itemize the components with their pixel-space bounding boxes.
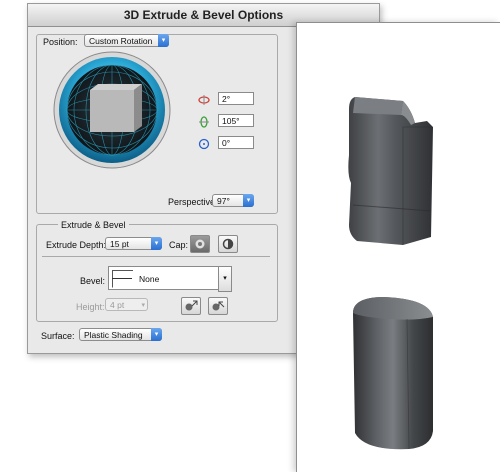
extrude-depth-value: 15 pt bbox=[110, 239, 129, 249]
bevel-preview-icon bbox=[112, 270, 133, 288]
extrude-depth-label: Extrude Depth: bbox=[46, 240, 107, 250]
perspective-select[interactable]: 97° ▾ bbox=[212, 194, 254, 207]
position-value: Custom Rotation bbox=[89, 36, 153, 46]
position-label: Position: bbox=[41, 37, 80, 47]
cap-label: Cap: bbox=[169, 240, 189, 250]
rotate-y-icon bbox=[199, 116, 209, 128]
bracket-3d-shape-icon bbox=[348, 97, 433, 245]
bevel-select[interactable]: None ▾ bbox=[108, 266, 232, 292]
height-label: Height: bbox=[76, 302, 105, 312]
bevel-preview-line bbox=[112, 278, 132, 279]
rotate-z-field[interactable]: 0° bbox=[218, 136, 254, 149]
height-value: 4 pt bbox=[110, 300, 125, 310]
cap-on-icon bbox=[195, 239, 205, 249]
chevron-down-icon: ▾ bbox=[243, 194, 254, 207]
surface-label: Surface: bbox=[41, 331, 75, 341]
cap-off-icon bbox=[222, 238, 234, 250]
rotate-x-icon bbox=[198, 95, 210, 105]
perspective-value: 97° bbox=[217, 196, 230, 206]
bevel-out-icon bbox=[185, 300, 198, 311]
bevel-label: Bevel: bbox=[80, 276, 106, 286]
preview-panel bbox=[296, 22, 500, 472]
bevel-in-button[interactable] bbox=[208, 297, 228, 315]
surface-select[interactable]: Plastic Shading ▾ bbox=[79, 328, 162, 341]
perspective-label: Perspective: bbox=[168, 197, 218, 207]
position-select[interactable]: Custom Rotation ▾ bbox=[84, 34, 169, 47]
chevron-down-icon: ▾ bbox=[158, 34, 169, 47]
cylinder-3d-shape-icon bbox=[353, 297, 433, 450]
bevel-out-button[interactable] bbox=[181, 297, 201, 315]
trackball[interactable] bbox=[52, 50, 172, 170]
cap-on-button[interactable] bbox=[190, 235, 210, 253]
rotate-x-field[interactable]: 2° bbox=[218, 92, 254, 105]
surface-value: Plastic Shading bbox=[84, 330, 143, 340]
rotate-y-field[interactable]: 105° bbox=[218, 114, 254, 127]
separator bbox=[42, 256, 270, 257]
bevel-value: None bbox=[139, 274, 160, 284]
height-select: 4 pt ▾ bbox=[105, 298, 148, 311]
chevron-down-icon: ▾ bbox=[141, 302, 145, 309]
cap-off-button[interactable] bbox=[218, 235, 238, 253]
bevel-in-icon bbox=[212, 301, 225, 311]
extrude-bevel-heading: Extrude & Bevel bbox=[58, 220, 129, 230]
chevron-down-icon: ▾ bbox=[151, 328, 162, 341]
rotate-z-icon bbox=[198, 138, 210, 150]
chevron-down-icon: ▾ bbox=[151, 237, 162, 250]
trackball-cube-icon bbox=[90, 84, 142, 132]
chevron-down-icon: ▾ bbox=[218, 266, 232, 292]
extrude-depth-select[interactable]: 15 pt ▾ bbox=[105, 237, 162, 250]
